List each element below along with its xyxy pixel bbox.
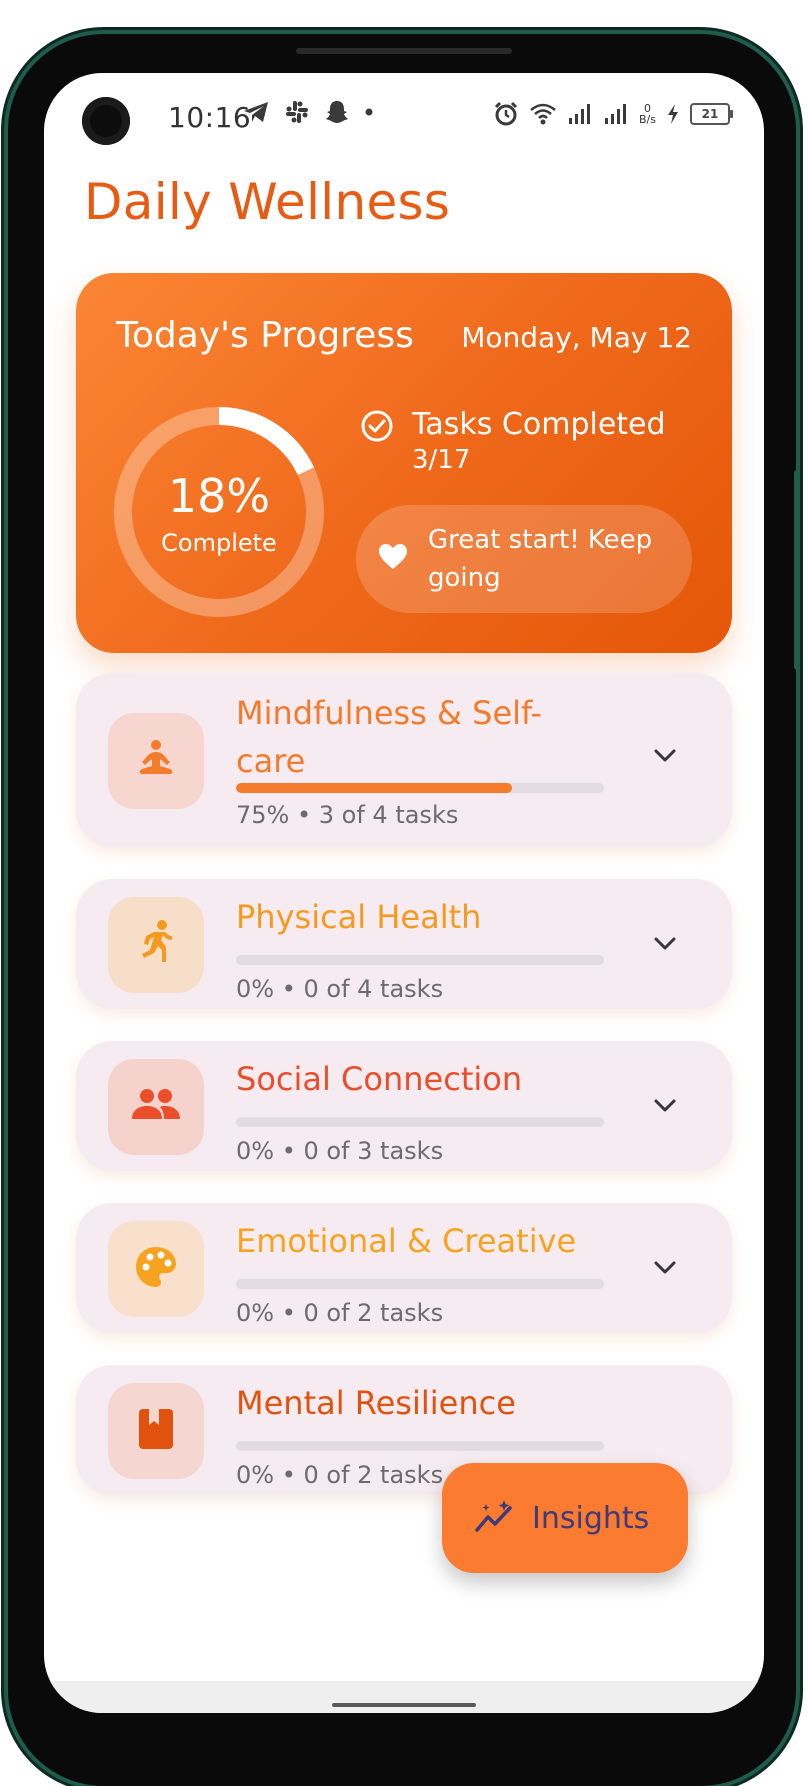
network-speed: 0 B/s: [639, 103, 656, 125]
progress-percent: 18%: [167, 469, 271, 523]
status-bar: 10:16 0 B/s 21: [44, 97, 764, 139]
chevron-down-icon[interactable]: [652, 935, 678, 957]
running-icon: [136, 920, 176, 970]
palette-icon: [134, 1245, 178, 1293]
category-title-line-2: care: [236, 742, 306, 780]
progress-card-title: Today's Progress: [116, 315, 414, 356]
category-meta: 0% • 0 of 4 tasks: [236, 975, 444, 1003]
signal-1-icon: [567, 103, 593, 125]
category-icon-box: [108, 1221, 204, 1317]
category-meta: 0% • 0 of 2 tasks: [236, 1299, 444, 1327]
front-camera: [82, 97, 130, 145]
insights-label: Insights: [532, 1500, 650, 1536]
battery-indicator: 21: [690, 103, 733, 125]
slack-icon: [284, 99, 310, 125]
system-nav-area: [44, 1681, 764, 1713]
motivation-text: Great start! Keep going: [428, 525, 653, 593]
charging-icon: [666, 103, 680, 125]
category-progress-bar: [236, 955, 604, 965]
insights-fab[interactable]: Insights: [442, 1463, 688, 1573]
category-progress-bar: [236, 783, 604, 793]
meditation-icon: [134, 739, 178, 783]
category-card-emotional-creative[interactable]: Emotional & Creative 0% • 0 of 2 tasks: [76, 1203, 732, 1333]
category-card-social-connection[interactable]: Social Connection 0% • 0 of 3 tasks: [76, 1041, 732, 1171]
chevron-down-icon[interactable]: [652, 1097, 678, 1119]
snapchat-icon: [324, 99, 350, 125]
category-title: Emotional & Creative: [236, 1222, 577, 1260]
todays-progress-card: Today's Progress Monday, May 12 18% Comp…: [76, 273, 732, 653]
category-title: Mindfulness & Self- care: [236, 689, 542, 785]
heart-icon: [378, 543, 408, 575]
more-notifications-icon: [364, 107, 374, 117]
category-icon-box: [108, 1383, 204, 1479]
page-title: Daily Wellness: [84, 173, 451, 231]
category-icon-box: [108, 897, 204, 993]
alarm-icon: [493, 101, 519, 127]
chevron-down-icon[interactable]: [652, 747, 678, 769]
app-screen: 10:16 0 B/s 21 Daily Wellness Today's Pr…: [44, 73, 764, 1713]
status-time: 10:16: [168, 101, 252, 134]
category-progress-bar: [236, 1441, 604, 1451]
category-title: Social Connection: [236, 1060, 523, 1098]
category-title: Physical Health: [236, 898, 482, 936]
category-progress-bar: [236, 1279, 604, 1289]
category-icon-box: [108, 1059, 204, 1155]
category-meta: 75% • 3 of 4 tasks: [236, 801, 459, 829]
motivation-pill: Great start! Keep going: [356, 505, 692, 613]
tasks-completed-count: 3/17: [412, 445, 471, 475]
signal-2-icon: [603, 103, 629, 125]
people-icon: [130, 1087, 182, 1127]
progress-card-date: Monday, May 12: [461, 321, 692, 354]
category-card-mindfulness[interactable]: Mindfulness & Self- care 75% • 3 of 4 ta…: [76, 673, 732, 847]
auto-graph-icon: [474, 1498, 516, 1538]
power-button: [794, 470, 800, 670]
category-title: Mental Resilience: [236, 1384, 516, 1422]
category-card-physical-health[interactable]: Physical Health 0% • 0 of 4 tasks: [76, 879, 732, 1009]
category-meta: 0% • 0 of 3 tasks: [236, 1137, 444, 1165]
category-icon-box: [108, 713, 204, 809]
category-progress-fill: [236, 783, 512, 793]
telegram-icon: [242, 100, 270, 124]
progress-percent-label: Complete: [161, 529, 277, 557]
book-icon: [137, 1407, 175, 1455]
category-title-line-1: Mindfulness & Self-: [236, 694, 543, 732]
system-icons: 0 B/s 21: [493, 101, 733, 127]
category-meta: 0% • 0 of 2 tasks: [236, 1461, 444, 1489]
chevron-down-icon[interactable]: [652, 1259, 678, 1281]
tasks-completed-label: Tasks Completed: [412, 407, 666, 442]
earpiece-speaker: [296, 48, 512, 54]
check-circle-icon: [360, 409, 394, 447]
wifi-icon: [529, 102, 557, 126]
network-speed-unit: B/s: [639, 113, 656, 126]
home-indicator[interactable]: [332, 1703, 476, 1707]
category-progress-bar: [236, 1117, 604, 1127]
notification-icons: [242, 99, 374, 125]
